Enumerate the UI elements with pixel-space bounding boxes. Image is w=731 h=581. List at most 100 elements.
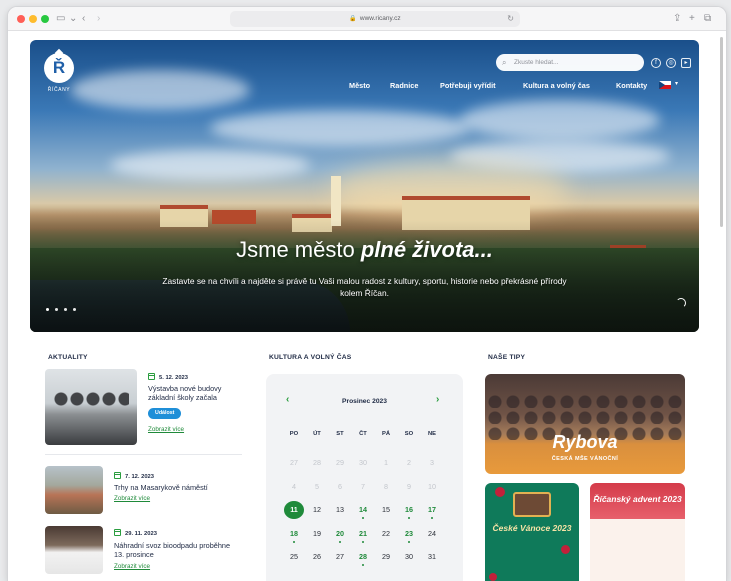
nav-item-radnice[interactable]: Radnice — [390, 81, 418, 90]
calendar-day[interactable]: 8 — [376, 478, 396, 496]
youtube-icon[interactable]: ▸ — [681, 58, 691, 68]
facebook-icon[interactable]: f — [651, 58, 661, 68]
calendar-weekday: ST — [336, 431, 344, 437]
calendar-day[interactable]: 28 — [353, 548, 373, 566]
news-title[interactable]: Výstavba nové budovy základní školy zača… — [148, 384, 240, 402]
share-icon[interactable]: ⇪ — [673, 11, 681, 27]
slider-dot[interactable] — [55, 308, 58, 311]
search-input[interactable]: ⌕ Zkuste hledat... — [496, 54, 644, 71]
news-image[interactable] — [45, 526, 103, 574]
news-more-link[interactable]: Zobrazit více — [114, 495, 150, 502]
news-image[interactable] — [45, 466, 103, 514]
calendar-day[interactable]: 5 — [307, 478, 327, 496]
page-scrollbar[interactable] — [720, 37, 723, 227]
news-image-people — [53, 391, 129, 431]
czech-flag-icon[interactable] — [659, 81, 671, 89]
ornament-icon — [489, 573, 497, 581]
hero-banner: Ř ŘÍČANY ⌕ Zkuste hledat... f ◎ ▸ Město … — [30, 40, 699, 332]
slider-dot[interactable] — [73, 308, 76, 311]
slider-dot[interactable] — [64, 308, 67, 311]
calendar-day[interactable]: 10 — [422, 478, 442, 496]
address-bar[interactable]: 🔒 www.ricany.cz ↻ — [230, 11, 520, 27]
calendar-day[interactable]: 4 — [284, 478, 304, 496]
chevron-right-icon[interactable]: › — [436, 394, 439, 405]
calendar-day[interactable]: 24 — [422, 525, 442, 543]
nav-item-mesto[interactable]: Město — [349, 81, 370, 90]
calendar-icon — [114, 472, 121, 479]
nav-item-kontakty[interactable]: Kontakty — [616, 81, 647, 90]
calendar-weekday: PÁ — [381, 431, 391, 437]
calendar-day[interactable]: 15 — [376, 501, 396, 519]
tab-overview-icon[interactable]: ⧉ — [704, 11, 711, 27]
news-tag[interactable]: Událost — [148, 408, 182, 419]
calendar-day[interactable]: 18 — [284, 525, 304, 543]
calendar-day[interactable]: 26 — [307, 548, 327, 566]
sidebar-toggle-icon[interactable]: ▭ — [56, 11, 65, 27]
calendar-day[interactable]: 7 — [353, 478, 373, 496]
url-text: www.ricany.cz — [359, 15, 401, 22]
new-tab-icon[interactable]: + — [689, 11, 695, 27]
slider-dot[interactable] — [46, 308, 49, 311]
news-date: 7. 12. 2023 — [114, 472, 154, 480]
chevron-down-icon[interactable]: ⌄ — [69, 11, 77, 27]
cloud-shape — [110, 150, 310, 180]
chevron-down-icon[interactable]: ▾ — [675, 80, 678, 87]
calendar-day[interactable]: 16 — [399, 501, 419, 519]
zoom-window-button[interactable] — [41, 15, 49, 23]
reload-icon[interactable]: ↻ — [507, 11, 514, 27]
calendar-day[interactable]: 1 — [376, 454, 396, 472]
calendar-day[interactable]: 20 — [330, 525, 350, 543]
browser-window: ▭ ⌄ ‹ › 🔒 www.ricany.cz ↻ ⇪ + ⧉ Ř ŘÍČANY … — [8, 7, 726, 581]
browser-toolbar: ▭ ⌄ ‹ › 🔒 www.ricany.cz ↻ ⇪ + ⧉ — [8, 7, 726, 31]
back-icon[interactable]: ‹ — [82, 11, 85, 27]
tip-card-ricansky-advent[interactable]: Říčanský advent 2023 — [590, 483, 685, 581]
culture-heading: KULTURA A VOLNÝ ČAS — [269, 354, 352, 361]
calendar-day[interactable]: 19 — [307, 525, 327, 543]
city-logo-text: ŘÍČANY — [47, 87, 71, 93]
minimize-window-button[interactable] — [29, 15, 37, 23]
nav-item-potrebuji-vyridit[interactable]: Potřebuji vyřídit — [440, 81, 496, 90]
calendar-day[interactable]: 2 — [399, 454, 419, 472]
close-window-button[interactable] — [17, 15, 25, 23]
news-date-text: 5. 12. 2023 — [159, 375, 189, 381]
news-image[interactable] — [45, 369, 137, 445]
calendar-day[interactable]: 30 — [399, 548, 419, 566]
forward-icon[interactable]: › — [97, 11, 100, 27]
calendar-day[interactable]: 17 — [422, 501, 442, 519]
calendar-day[interactable]: 21 — [353, 525, 373, 543]
calendar-day[interactable]: 13 — [330, 501, 350, 519]
tip-card-subtitle: ČESKÁ MŠE VÁNOČNÍ — [551, 456, 619, 462]
calendar-day[interactable]: 28 — [307, 454, 327, 472]
nav-item-kultura[interactable]: Kultura a volný čas — [523, 81, 590, 90]
tip-card-ceske-vanoce[interactable]: České Vánoce 2023 — [485, 483, 579, 581]
calendar-day[interactable]: 6 — [330, 478, 350, 496]
instagram-icon[interactable]: ◎ — [666, 58, 676, 68]
cloud-shape — [460, 100, 660, 140]
calendar-day[interactable]: 27 — [284, 454, 304, 472]
calendar-day[interactable]: 11 — [284, 501, 304, 519]
news-divider — [45, 454, 242, 455]
news-heading: AKTUALITY — [48, 354, 88, 361]
tip-card-rybova[interactable]: Rybova ČESKÁ MŠE VÁNOČNÍ — [485, 374, 685, 474]
calendar-day[interactable]: 30 — [353, 454, 373, 472]
calendar-day[interactable]: 29 — [376, 548, 396, 566]
calendar-day[interactable]: 23 — [399, 525, 419, 543]
calendar-day[interactable]: 9 — [399, 478, 419, 496]
calendar-weekday: SO — [404, 431, 414, 437]
city-logo[interactable]: Ř — [44, 53, 74, 83]
tips-heading: NAŠE TIPY — [488, 354, 526, 361]
calendar-day[interactable]: 31 — [422, 548, 442, 566]
calendar-day[interactable]: 3 — [422, 454, 442, 472]
news-title[interactable]: Trhy na Masarykově náměstí — [114, 483, 242, 492]
news-more-link[interactable]: Zobrazit více — [114, 563, 150, 570]
calendar-day[interactable]: 29 — [330, 454, 350, 472]
calendar-day[interactable]: 27 — [330, 548, 350, 566]
calendar-day[interactable]: 12 — [307, 501, 327, 519]
news-title[interactable]: Náhradní svoz bioodpadu proběhne 13. pro… — [114, 541, 242, 559]
calendar-weekday: PO — [289, 431, 299, 437]
calendar-day[interactable]: 25 — [284, 548, 304, 566]
calendar-day[interactable]: 22 — [376, 525, 396, 543]
news-more-link[interactable]: Zobrazit více — [148, 426, 184, 433]
search-icon: ⌕ — [502, 58, 507, 67]
calendar-day[interactable]: 14 — [353, 501, 373, 519]
